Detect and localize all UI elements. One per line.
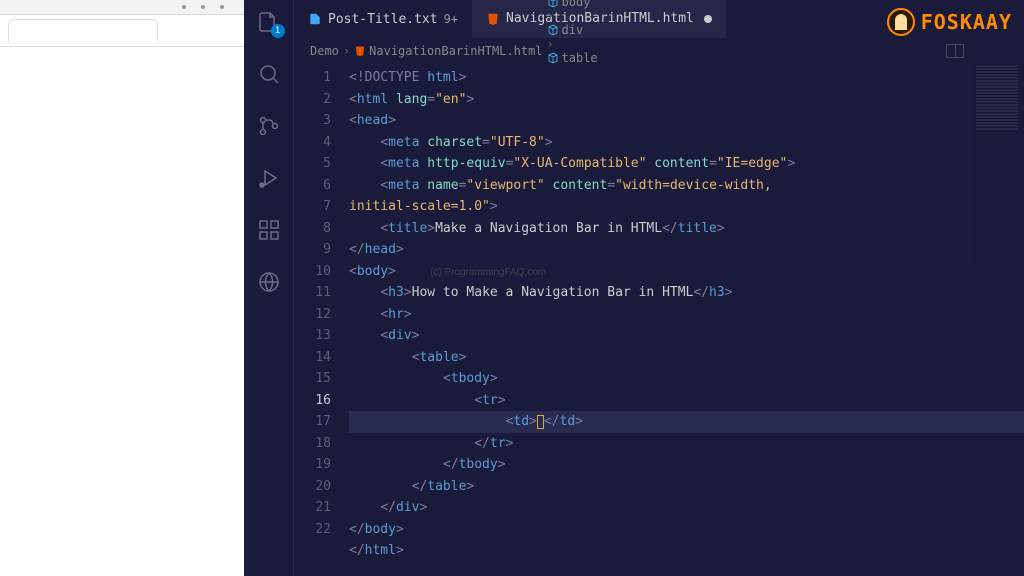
tab-badge: 9+ bbox=[444, 12, 458, 26]
minimap[interactable] bbox=[969, 64, 1024, 264]
browser-window bbox=[0, 0, 244, 576]
line-number: 13 bbox=[294, 325, 331, 347]
html-file-icon bbox=[486, 12, 500, 26]
line-number: 8 bbox=[294, 218, 331, 240]
line-number: 20 bbox=[294, 476, 331, 498]
html-file-icon bbox=[354, 45, 366, 57]
code-line[interactable]: <tr> bbox=[349, 390, 1024, 412]
cloud-icon[interactable] bbox=[257, 270, 281, 294]
code-line[interactable]: </tbody> bbox=[349, 454, 1024, 476]
line-number: 21 bbox=[294, 497, 331, 519]
code-line[interactable]: <tbody> bbox=[349, 368, 1024, 390]
vscode-window: 1 Post-Title.txt 9+ Naviga bbox=[244, 0, 1024, 576]
line-number: 1 bbox=[294, 67, 331, 89]
code-editor[interactable]: 12345678910111213141516171819202122 <!DO… bbox=[294, 64, 1024, 576]
line-number: 10 bbox=[294, 261, 331, 283]
breadcrumb-file[interactable]: NavigationBarinHTML.html bbox=[354, 44, 542, 58]
line-number: 19 bbox=[294, 454, 331, 476]
chevron-right-icon: › bbox=[547, 37, 554, 51]
browser-action-dot[interactable] bbox=[182, 5, 186, 9]
code-line[interactable]: </body> bbox=[349, 519, 1024, 541]
modified-indicator-icon bbox=[704, 15, 712, 23]
code-line[interactable]: <!DOCTYPE html> bbox=[349, 67, 1024, 89]
foskaay-logo: FOSKAAY bbox=[887, 8, 1012, 36]
code-line[interactable]: <body> bbox=[349, 261, 1024, 283]
explorer-icon[interactable]: 1 bbox=[257, 10, 281, 34]
line-number: 18 bbox=[294, 433, 331, 455]
breadcrumb-node[interactable]: body bbox=[547, 0, 598, 9]
editor-area: Post-Title.txt 9+ NavigationBarinHTML.ht… bbox=[294, 0, 1024, 576]
logo-icon bbox=[887, 8, 915, 36]
browser-tab[interactable] bbox=[8, 19, 158, 43]
code-line[interactable]: <head> bbox=[349, 110, 1024, 132]
code-line[interactable]: <div> bbox=[349, 325, 1024, 347]
browser-tabs bbox=[0, 15, 244, 47]
code-content[interactable]: <!DOCTYPE html><html lang="en"><head> <m… bbox=[349, 64, 1024, 576]
chevron-right-icon: › bbox=[547, 9, 554, 23]
breadcrumb-node[interactable]: table bbox=[547, 51, 598, 65]
explorer-badge: 1 bbox=[271, 24, 285, 38]
source-control-icon[interactable] bbox=[257, 114, 281, 138]
code-line[interactable]: <html lang="en"> bbox=[349, 89, 1024, 111]
line-number: 14 bbox=[294, 347, 331, 369]
code-line[interactable]: </head> bbox=[349, 239, 1024, 261]
code-line[interactable]: initial-scale=1.0"> bbox=[349, 196, 1024, 218]
run-debug-icon[interactable] bbox=[257, 166, 281, 190]
code-line[interactable]: </table> bbox=[349, 476, 1024, 498]
code-line[interactable]: <td></td> bbox=[349, 411, 1024, 433]
search-icon[interactable] bbox=[257, 62, 281, 86]
line-number: 11 bbox=[294, 282, 331, 304]
breadcrumb-node[interactable]: div bbox=[547, 23, 598, 37]
code-line[interactable]: <table> bbox=[349, 347, 1024, 369]
line-number: 6 bbox=[294, 175, 331, 197]
line-number: 9 bbox=[294, 239, 331, 261]
tab-label: NavigationBarinHTML.html bbox=[506, 11, 694, 26]
breadcrumb[interactable]: Demo › NavigationBarinHTML.html ›html›bo… bbox=[294, 38, 1024, 64]
line-gutter: 12345678910111213141516171819202122 bbox=[294, 64, 349, 576]
line-number: 17 bbox=[294, 411, 331, 433]
code-line[interactable]: <hr> bbox=[349, 304, 1024, 326]
browser-action-dot[interactable] bbox=[220, 5, 224, 9]
code-line[interactable]: <meta charset="UTF-8"> bbox=[349, 132, 1024, 154]
tab-label: Post-Title.txt bbox=[328, 12, 438, 27]
code-line[interactable]: <h3>How to Make a Navigation Bar in HTML… bbox=[349, 282, 1024, 304]
logo-text: FOSKAAY bbox=[921, 10, 1012, 34]
code-line[interactable]: </div> bbox=[349, 497, 1024, 519]
chevron-right-icon: › bbox=[343, 44, 350, 58]
breadcrumb-root[interactable]: Demo bbox=[310, 44, 339, 58]
code-line[interactable]: <title>Make a Navigation Bar in HTML</ti… bbox=[349, 218, 1024, 240]
line-number: 5 bbox=[294, 153, 331, 175]
line-number: 16 bbox=[294, 390, 331, 412]
browser-topbar bbox=[0, 0, 244, 15]
browser-action-dot[interactable] bbox=[201, 5, 205, 9]
code-line[interactable]: </tr> bbox=[349, 433, 1024, 455]
line-number: 4 bbox=[294, 132, 331, 154]
line-number: 22 bbox=[294, 519, 331, 541]
line-number: 7 bbox=[294, 196, 331, 218]
code-line[interactable]: </html> bbox=[349, 540, 1024, 562]
tab-post-title[interactable]: Post-Title.txt 9+ bbox=[294, 0, 472, 38]
line-number: 15 bbox=[294, 368, 331, 390]
line-number: 12 bbox=[294, 304, 331, 326]
split-editor-icon[interactable] bbox=[946, 44, 964, 58]
code-line[interactable]: <meta name="viewport" content="width=dev… bbox=[349, 175, 1024, 197]
txt-file-icon bbox=[308, 12, 322, 26]
line-number: 2 bbox=[294, 89, 331, 111]
line-number: 3 bbox=[294, 110, 331, 132]
extensions-icon[interactable] bbox=[257, 218, 281, 242]
tab-navigation-html[interactable]: NavigationBarinHTML.html bbox=[472, 0, 726, 38]
activity-bar: 1 bbox=[244, 0, 294, 576]
code-line[interactable]: <meta http-equiv="X-UA-Compatible" conte… bbox=[349, 153, 1024, 175]
